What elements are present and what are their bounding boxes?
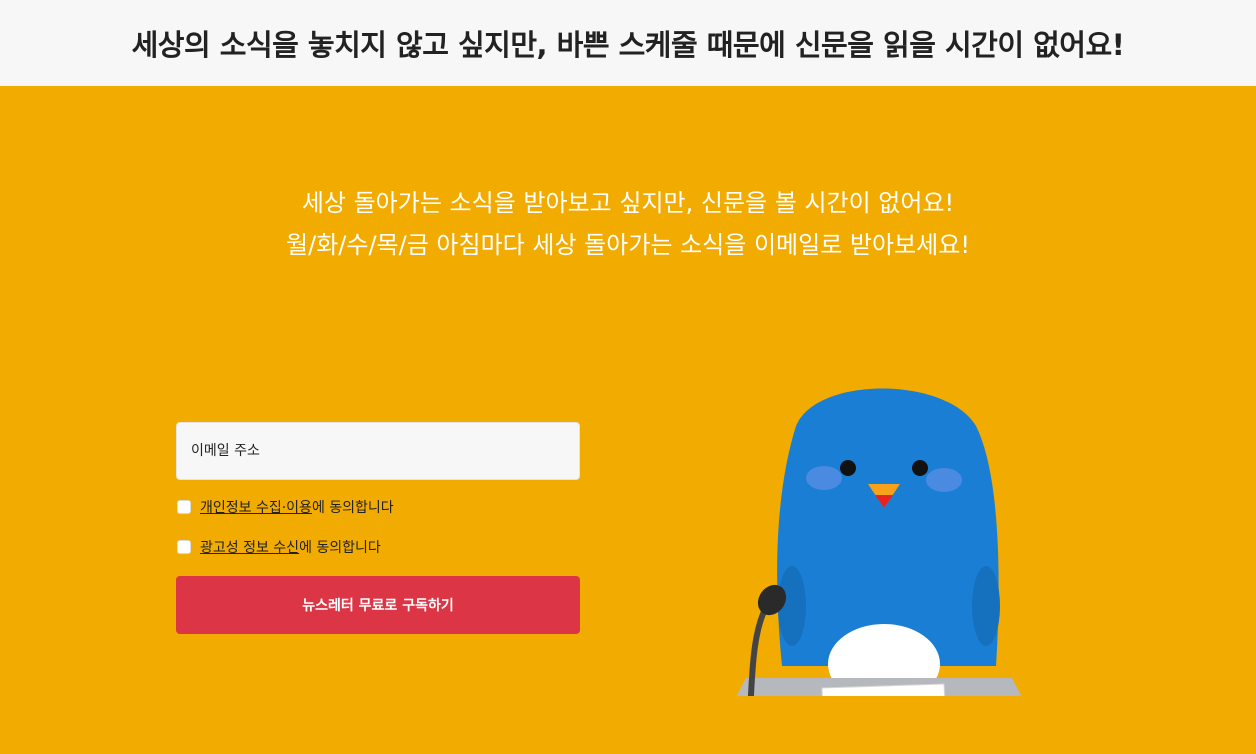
hero-tagline-1: 세상 돌아가는 소식을 받아보고 싶지만, 신문을 볼 시간이 없어요! [301,189,955,217]
privacy-policy-link[interactable]: 개인정보 수집·이용 [200,497,312,517]
hero-tagline-2: 월/화/수/목/금 아침마다 세상 돌아가는 소식을 이메일로 받아보세요! [286,231,970,259]
privacy-consent-label: 에 동의합니다 [311,500,394,516]
marketing-consent-label: 에 동의합니다 [299,540,381,556]
privacy-consent-row: 개인정보 수집·이용 에 동의합니다 [176,496,580,518]
hero-section: 세상 돌아가는 소식을 받아보고 싶지만, 신문을 볼 시간이 없어요! 월/화… [0,86,1256,754]
subscribe-button[interactable]: 뉴스레터 무료로 구독하기 [176,576,580,634]
email-input[interactable] [176,422,580,480]
marketing-consent-checkbox[interactable] [177,540,191,554]
page-title: 세상의 소식을 놓치지 않고 싶지만, 바쁜 스케줄 때문에 신문을 읽을 시간… [131,28,1125,62]
top-banner: 세상의 소식을 놓치지 않고 싶지만, 바쁜 스케줄 때문에 신문을 읽을 시간… [0,0,1256,86]
subscribe-form: 개인정보 수집·이용 에 동의합니다 광고성 정보 수신 에 동의합니다 뉴스레… [176,422,580,634]
privacy-consent-checkbox[interactable] [177,500,191,514]
marketing-info-link[interactable]: 광고성 정보 수신 [200,537,299,557]
marketing-consent-row: 광고성 정보 수신 에 동의합니다 [176,536,580,558]
penguin-news-anchor-icon [736,388,1022,696]
